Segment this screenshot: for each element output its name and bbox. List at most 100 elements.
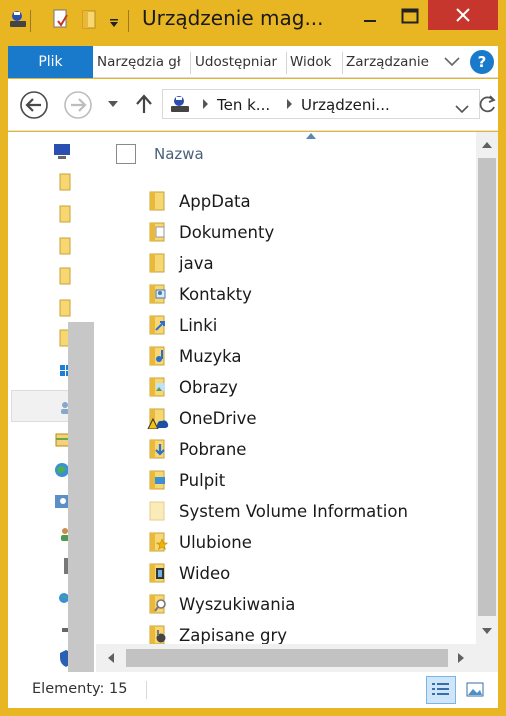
tab-separator	[342, 52, 343, 74]
searches-folder-icon	[146, 593, 170, 615]
file-row[interactable]: System Volume Information	[146, 496, 476, 526]
file-row[interactable]: AppData	[146, 186, 476, 216]
file-name: AppData	[179, 191, 251, 211]
address-history-button[interactable]	[455, 99, 469, 118]
scroll-up-icon[interactable]	[482, 142, 492, 148]
column-header-name[interactable]: Nazwa	[154, 145, 204, 163]
ribbon-tabs: Plik Narzędzia gł Udostępniar Widok Zarz…	[8, 46, 498, 78]
computer-icon[interactable]	[52, 142, 74, 162]
file-row[interactable]: Pulpit	[146, 465, 476, 495]
file-row[interactable]: Linki	[146, 310, 476, 340]
help-icon: ?	[477, 53, 487, 71]
navpane-scrollbar[interactable]	[68, 322, 94, 672]
file-row[interactable]: java	[146, 248, 476, 278]
file-name: Ulubione	[179, 532, 252, 552]
folder-icon[interactable]	[52, 172, 74, 192]
large-icons-view-icon	[466, 682, 484, 697]
music-folder-icon	[146, 345, 170, 367]
forward-button[interactable]	[62, 89, 94, 121]
file-name: Muzyka	[179, 346, 242, 366]
onedrive-folder-icon	[146, 407, 170, 430]
videos-folder-icon	[146, 562, 170, 584]
status-separator	[146, 681, 147, 699]
customize-toolbar-icon[interactable]	[108, 13, 120, 32]
refresh-button[interactable]	[478, 93, 498, 115]
sort-indicator-icon	[306, 133, 316, 139]
details-view-icon	[432, 683, 449, 695]
file-row[interactable]: Pobrane	[146, 434, 476, 464]
minimize-button[interactable]	[352, 0, 388, 32]
file-row[interactable]: Wideo	[146, 558, 476, 588]
horizontal-scroll-thumb[interactable]	[126, 649, 448, 667]
item-count: Elementy: 15	[32, 681, 128, 697]
file-name: System Volume Information	[179, 501, 408, 521]
file-row[interactable]: Dokumenty	[146, 217, 476, 247]
favorites-folder-icon	[146, 531, 170, 553]
up-button[interactable]	[132, 91, 156, 117]
close-button[interactable]	[428, 0, 498, 30]
properties-icon[interactable]	[52, 9, 70, 33]
breadcrumb-arrow[interactable]	[287, 99, 292, 109]
scroll-down-icon[interactable]	[482, 628, 492, 634]
recent-locations-button[interactable]	[106, 97, 120, 111]
tab-file[interactable]: Plik	[8, 46, 93, 78]
file-row[interactable]: Kontakty	[146, 279, 476, 309]
file-row[interactable]: Wyszukiwania	[146, 589, 476, 619]
breadcrumb-arrow[interactable]	[203, 99, 208, 109]
navigation-bar: Ten k... Urządzeni...	[8, 79, 498, 131]
tab-home[interactable]: Narzędzia gł	[97, 46, 185, 78]
tab-view[interactable]: Widok	[290, 46, 340, 78]
status-bar: Elementy: 15	[8, 672, 498, 708]
system-folder-icon	[146, 500, 170, 522]
address-bar[interactable]: Ten k... Urządzeni...	[162, 89, 480, 119]
title-bar: Urządzenie mag...	[0, 0, 506, 38]
scrollbar-corner	[476, 644, 498, 672]
window-title: Urządzenie mag...	[142, 6, 324, 30]
file-row[interactable]: OneDrive	[146, 403, 476, 433]
file-row[interactable]: Ulubione	[146, 527, 476, 557]
folder-icon[interactable]	[52, 266, 74, 286]
folder-icon	[146, 190, 170, 212]
folder-icon[interactable]	[52, 204, 74, 224]
file-name: Obrazy	[179, 377, 238, 397]
downloads-folder-icon	[146, 438, 170, 460]
navigation-pane[interactable]	[8, 132, 96, 672]
tab-manage[interactable]: Zarządzanie	[346, 46, 432, 78]
breadcrumb-this-pc[interactable]: Ten k...	[217, 96, 270, 114]
file-name: java	[179, 253, 214, 273]
file-name: Kontakty	[179, 284, 252, 304]
scroll-left-icon[interactable]	[108, 653, 114, 663]
file-name: Linki	[179, 315, 218, 335]
folder-icon[interactable]	[52, 298, 74, 318]
maximize-button[interactable]	[392, 0, 428, 32]
file-name: Wideo	[179, 563, 231, 583]
contacts-folder-icon	[146, 283, 170, 305]
select-all-checkbox[interactable]	[116, 144, 136, 164]
pictures-folder-icon	[146, 376, 170, 398]
file-row[interactable]: Obrazy	[146, 372, 476, 402]
horizontal-scrollbar[interactable]	[96, 644, 476, 672]
documents-folder-icon	[146, 221, 170, 243]
help-button[interactable]: ?	[470, 50, 494, 74]
content-area: Nazwa AppData Dokumenty java Kontakty Linki M…	[8, 132, 498, 672]
file-name: OneDrive	[179, 408, 257, 428]
file-name: Pobrane	[179, 439, 247, 459]
folder-icon[interactable]	[52, 236, 74, 256]
vertical-scroll-thumb[interactable]	[478, 158, 496, 616]
vertical-scrollbar[interactable]	[476, 132, 498, 644]
tab-share[interactable]: Udostępniar	[195, 46, 283, 78]
folder-icon	[146, 252, 170, 274]
file-name: Zapisane gry	[179, 625, 288, 645]
details-view-button[interactable]	[426, 676, 456, 704]
desktop-folder-icon	[146, 469, 170, 491]
drive-icon[interactable]	[8, 9, 28, 33]
title-separator	[30, 10, 31, 32]
file-row[interactable]: Muzyka	[146, 341, 476, 371]
expand-ribbon-button[interactable]	[440, 46, 464, 78]
large-icons-view-button[interactable]	[460, 676, 490, 704]
scroll-right-icon[interactable]	[458, 653, 464, 663]
file-list: Nazwa AppData Dokumenty java Kontakty Linki M…	[96, 132, 498, 672]
new-folder-icon[interactable]	[80, 9, 100, 33]
back-button[interactable]	[18, 89, 50, 121]
breadcrumb-device[interactable]: Urządzeni...	[301, 96, 390, 114]
